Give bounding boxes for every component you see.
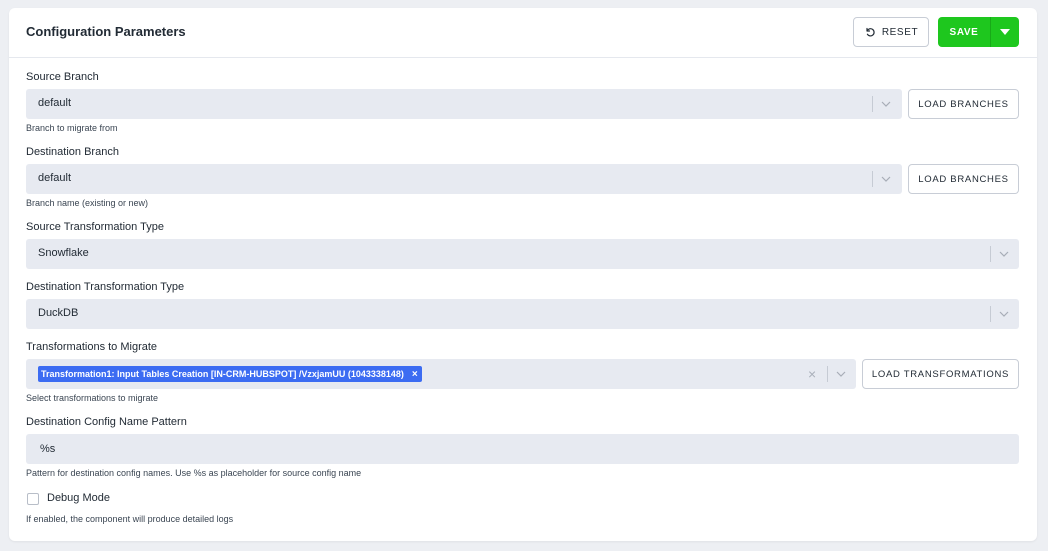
select-divider: [990, 246, 991, 262]
transformations-label: Transformations to Migrate: [26, 341, 158, 353]
configuration-card: Configuration Parameters RESET SAVE Sour…: [9, 8, 1037, 541]
destination-branch-value: default: [38, 172, 72, 184]
select-divider: [827, 366, 828, 382]
chevron-down-icon: [881, 176, 891, 182]
destination-type-select[interactable]: DuckDB: [26, 299, 1019, 329]
clear-icon[interactable]: ×: [808, 366, 816, 382]
chevron-down-icon: [999, 311, 1009, 317]
source-branch-help: Branch to migrate from: [26, 123, 118, 133]
name-pattern-label: Destination Config Name Pattern: [26, 416, 187, 428]
transformations-multiselect[interactable]: Transformation1: Input Tables Creation […: [26, 359, 856, 389]
destination-branch-label: Destination Branch: [26, 146, 119, 158]
chevron-down-icon: [999, 251, 1009, 257]
save-options-button[interactable]: [991, 17, 1019, 47]
select-divider: [990, 306, 991, 322]
remove-tag-icon[interactable]: ×: [412, 369, 418, 380]
source-branch-value: default: [38, 97, 72, 109]
save-button-group: SAVE: [938, 17, 1019, 47]
name-pattern-help: Pattern for destination config names. Us…: [26, 468, 362, 478]
save-button[interactable]: SAVE: [938, 17, 990, 47]
transformations-help: Select transformations to migrate: [26, 393, 159, 403]
source-type-value: Snowflake: [38, 247, 89, 259]
caret-down-icon: [1000, 29, 1010, 35]
load-transformations-button[interactable]: LOAD TRANSFORMATIONS: [862, 359, 1019, 389]
chevron-down-icon: [836, 371, 846, 377]
source-type-label: Source Transformation Type: [26, 221, 164, 233]
selected-transformation-tag: Transformation1: Input Tables Creation […: [38, 366, 422, 382]
card-header: Configuration Parameters RESET SAVE: [9, 8, 1037, 58]
tag-label: Transformation1: Input Tables Creation […: [41, 369, 404, 379]
name-pattern-input[interactable]: [26, 434, 1019, 464]
destination-branch-select[interactable]: default: [26, 164, 902, 194]
undo-icon: [866, 27, 875, 37]
reset-button[interactable]: RESET: [853, 17, 929, 47]
destination-type-value: DuckDB: [38, 307, 79, 319]
destination-type-label: Destination Transformation Type: [26, 281, 185, 293]
source-branch-label: Source Branch: [26, 71, 99, 83]
page-title: Configuration Parameters: [26, 24, 186, 39]
load-destination-branches-button[interactable]: LOAD BRANCHES: [908, 164, 1019, 194]
debug-mode-checkbox[interactable]: [27, 493, 39, 505]
debug-mode-help: If enabled, the component will produce d…: [26, 514, 234, 524]
select-divider: [872, 96, 873, 112]
debug-mode-label[interactable]: Debug Mode: [47, 492, 110, 504]
destination-branch-help: Branch name (existing or new): [26, 198, 149, 208]
reset-label: RESET: [881, 26, 919, 38]
source-branch-select[interactable]: default: [26, 89, 902, 119]
load-source-branches-button[interactable]: LOAD BRANCHES: [908, 89, 1019, 119]
source-type-select[interactable]: Snowflake: [26, 239, 1019, 269]
chevron-down-icon: [881, 101, 891, 107]
select-divider: [872, 171, 873, 187]
